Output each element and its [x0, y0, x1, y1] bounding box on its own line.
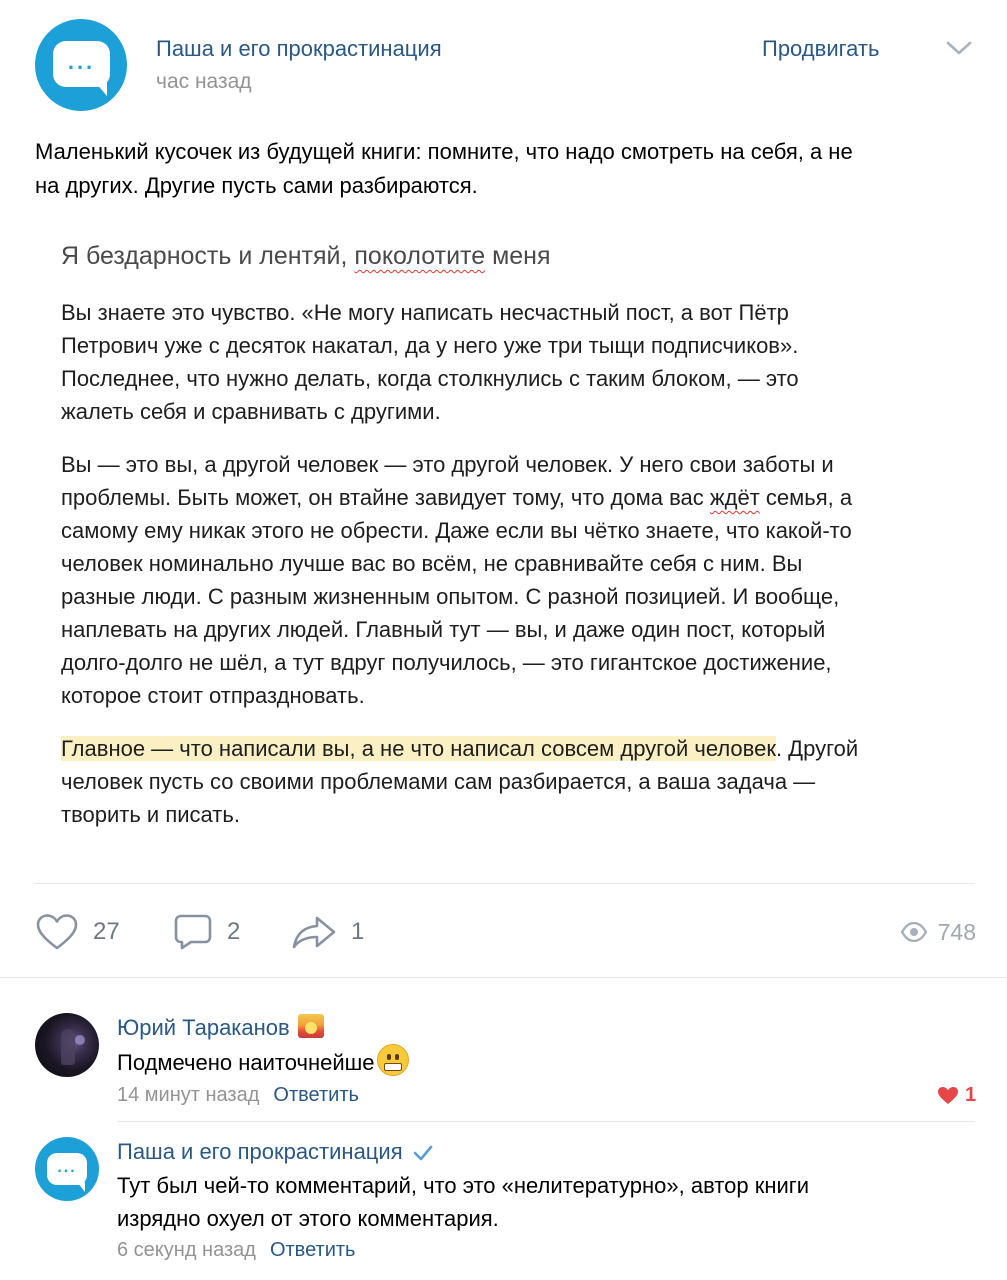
comment-time[interactable]: 6 секунд назад [117, 1239, 256, 1261]
comment-icon [174, 914, 212, 950]
grimacing-emoji-icon [376, 1044, 409, 1076]
share-count: 1 [351, 918, 365, 945]
eye-icon [900, 922, 928, 942]
document-excerpt-image[interactable]: Я бездарность и лентяй, поколотите меня … [61, 238, 961, 831]
document-paragraph-2: Вы — это вы, а другой человек — это друг… [61, 452, 853, 708]
avatar[interactable] [35, 1013, 99, 1077]
post-text: Маленький кусочек из будущей книги: помн… [35, 135, 975, 203]
comment-count: 2 [227, 918, 241, 945]
promote-button[interactable]: Продвигать [762, 36, 879, 62]
comment-meta: 14 минут назад Ответить [117, 1084, 359, 1107]
sunset-emoji-icon [297, 1014, 324, 1038]
views-counter: 748 [900, 912, 976, 952]
like-button[interactable]: 27 [35, 912, 120, 952]
divider [35, 883, 975, 884]
share-button[interactable]: 1 [291, 912, 364, 952]
document-paragraph-1: Вы знаете это чувство. «Не могу написать… [61, 300, 799, 424]
spellcheck-word: поколотите [354, 242, 486, 270]
comment-button[interactable]: 2 [173, 912, 240, 952]
document-paragraph-3: Главное — что написали вы, а не что напи… [61, 736, 859, 827]
chat-bubble-logo-icon: ... [47, 1153, 87, 1192]
heart-icon [36, 914, 78, 950]
heart-icon [938, 1087, 958, 1104]
comment-time[interactable]: 14 минут назад [117, 1084, 259, 1106]
post-text-line: на других. Другие пусть сами разбираются… [35, 173, 478, 198]
chevron-down-icon[interactable] [945, 40, 973, 56]
document-title: Я бездарность и лентяй, поколотите меня [61, 242, 551, 270]
reply-button[interactable]: Ответить [270, 1239, 356, 1261]
group-avatar[interactable]: ... [35, 19, 127, 111]
comment-like-count: 1 [965, 1084, 977, 1106]
comment-text: Подмечено наиточнейше [117, 1044, 409, 1079]
reply-button[interactable]: Ответить [273, 1084, 359, 1106]
views-count: 748 [937, 918, 976, 945]
highlighted-text: Главное — что написали вы, а не что напи… [61, 736, 776, 761]
post-actions: 27 2 1 748 [0, 900, 1007, 960]
verified-check-icon [413, 1145, 432, 1161]
group-name-link[interactable]: Паша и его прокрастинация [156, 36, 442, 62]
divider [0, 977, 1007, 978]
comment-text: Тут был чей-то комментарий, что это «нел… [117, 1173, 810, 1231]
comment-author[interactable]: Юрий Тараканов [117, 1014, 324, 1041]
like-count: 27 [93, 918, 120, 945]
divider [117, 1121, 975, 1122]
comment-meta: 6 секунд назад Ответить [117, 1239, 355, 1262]
chat-bubble-logo-icon: ... [53, 41, 110, 96]
share-icon [292, 916, 336, 949]
post-header: ... Паша и его прокрастинация час назад … [0, 0, 1007, 120]
post-text-line: Маленький кусочек из будущей книги: помн… [35, 139, 853, 164]
post-time[interactable]: час назад [156, 70, 252, 94]
spellcheck-word: ждёт [709, 485, 760, 510]
avatar[interactable]: ... [35, 1137, 99, 1201]
comment-like-button[interactable]: 1 [937, 1084, 976, 1107]
comment-author[interactable]: Паша и его прокрастинация [117, 1139, 433, 1165]
